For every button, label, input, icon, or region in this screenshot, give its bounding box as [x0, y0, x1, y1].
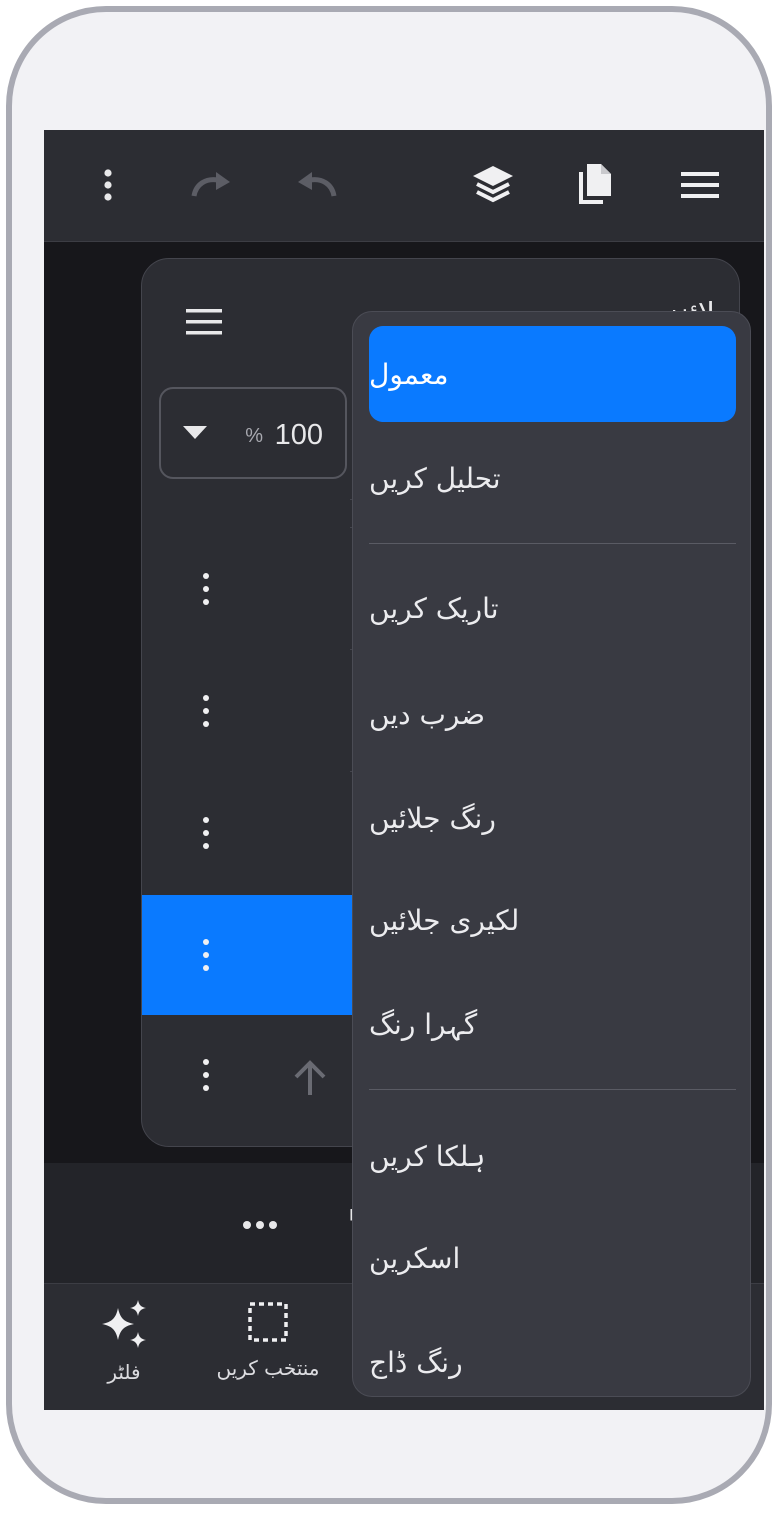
layer-options-icon[interactable] [190, 1059, 222, 1091]
menu-item-lighten[interactable]: ہلکا کریں [369, 1108, 736, 1204]
select-tab[interactable]: منتخب کریں [188, 1300, 348, 1400]
select-label: منتخب کریں [216, 1356, 320, 1380]
opacity-unit: % [245, 425, 263, 447]
undo-icon[interactable] [292, 161, 340, 209]
arrow-up-icon[interactable] [292, 1059, 328, 1101]
layer-options-icon[interactable] [190, 695, 222, 727]
menu-item-screen[interactable]: اسکرین [369, 1210, 736, 1306]
menu-item-normal[interactable]: معمول [369, 326, 736, 422]
layer-options-icon[interactable] [190, 817, 222, 849]
menu-item-color-burn[interactable]: رنگ جلائیں [369, 770, 736, 866]
pages-icon[interactable] [571, 161, 619, 209]
menu-divider [369, 543, 736, 544]
filter-tab[interactable]: فلٹر [44, 1300, 204, 1400]
filter-label: فلٹر [107, 1360, 141, 1384]
menu-item-darker-color[interactable]: گہرا رنگ [369, 976, 736, 1072]
opacity-dropdown[interactable]: % 100 [159, 387, 347, 479]
layer-options-icon[interactable] [190, 573, 222, 605]
menu-item-multiply[interactable]: ضرب دیں [369, 666, 736, 762]
dropdown-arrow-icon [183, 425, 207, 444]
more-vertical-icon[interactable] [84, 161, 132, 209]
menu-item-dissolve[interactable]: تحلیل کریں [369, 430, 736, 526]
menu-icon[interactable] [676, 161, 724, 209]
top-toolbar [44, 130, 764, 242]
layer-options-icon[interactable] [190, 939, 222, 971]
menu-item-linear-burn[interactable]: لکیری جلائیں [369, 872, 736, 968]
sparkle-icon [100, 1300, 148, 1352]
more-horizontal-icon[interactable] [242, 1215, 278, 1234]
menu-item-darken[interactable]: تاریک کریں [369, 560, 736, 656]
blend-mode-menu: معمول تحلیل کریں تاریک کریں ضرب دیں رنگ … [352, 311, 751, 1397]
menu-divider [369, 1089, 736, 1090]
selection-icon [246, 1300, 290, 1348]
redo-icon[interactable] [188, 161, 236, 209]
layers-icon[interactable] [469, 161, 517, 209]
opacity-value: 100 [274, 419, 323, 451]
hamburger-icon[interactable] [186, 309, 224, 339]
menu-item-color-dodge[interactable]: رنگ ڈاج [369, 1314, 736, 1396]
